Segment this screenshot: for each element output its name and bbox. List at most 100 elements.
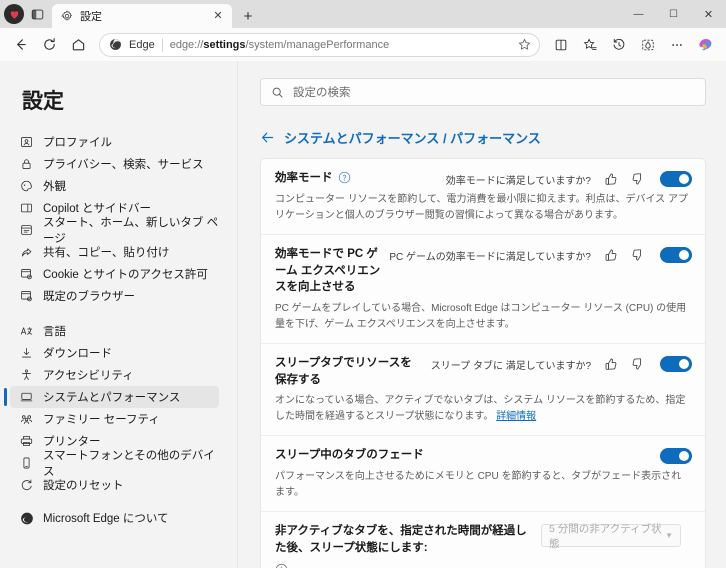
tab-actions-icon bbox=[31, 9, 43, 19]
sidebar-item-family-safety[interactable]: ファミリー セーフティ bbox=[10, 408, 219, 430]
feedback-controls: PC ゲームの効率モードに満足していますか? bbox=[389, 247, 692, 263]
history-icon bbox=[613, 38, 625, 50]
sidebar-item-share-copy-paste[interactable]: 共有、コピー、貼り付け bbox=[10, 241, 219, 263]
split-screen-button[interactable] bbox=[547, 32, 575, 58]
setting-title: スリープタブでリソースを保存する bbox=[275, 357, 412, 386]
help-icon[interactable] bbox=[338, 171, 351, 184]
url-suffix: /system/managePerformance bbox=[245, 38, 390, 51]
sidebar-item-phone-devices[interactable]: スマートフォンとその他のデバイス bbox=[10, 450, 219, 478]
thumbs-down-icon[interactable] bbox=[631, 248, 645, 262]
toggle-sleeping-tabs[interactable] bbox=[660, 356, 692, 373]
copilot-button[interactable] bbox=[692, 32, 720, 58]
sidebar-item-appearance[interactable]: 外観 bbox=[10, 175, 219, 197]
sidebar-item-about-edge[interactable]: Microsoft Edge について bbox=[10, 507, 219, 529]
feedback-controls bbox=[658, 448, 692, 465]
sidebar-item-system-performance[interactable]: システムとパフォーマンス bbox=[4, 386, 219, 408]
edge-icon bbox=[19, 511, 34, 526]
more-options-button[interactable] bbox=[663, 32, 691, 58]
learn-more-link[interactable]: 詳細情報 bbox=[496, 411, 536, 422]
setting-title: 効率モードで PC ゲーム エクスペリエンスを向上させる bbox=[275, 248, 381, 294]
history-button[interactable] bbox=[605, 32, 633, 58]
browser-essentials-button[interactable] bbox=[634, 32, 662, 58]
back-button[interactable] bbox=[6, 32, 34, 58]
setting-title: 効率モード bbox=[275, 172, 333, 184]
sidebar-item-reset-settings[interactable]: 設定のリセット bbox=[10, 474, 219, 496]
thumbs-down-icon[interactable] bbox=[631, 172, 645, 186]
sidebar-item-label: ダウンロード bbox=[43, 348, 112, 360]
sidebar-item-languages[interactable]: 言語 bbox=[10, 320, 219, 342]
gear-icon bbox=[61, 10, 73, 21]
breadcrumb[interactable]: システムとパフォーマンス / パフォーマンス bbox=[260, 128, 706, 147]
collections-button[interactable] bbox=[576, 32, 604, 58]
back-arrow-icon[interactable] bbox=[260, 130, 275, 145]
settings-main-panel: 設定の検索 システムとパフォーマンス / パフォーマンス 効率モード 効率モード… bbox=[238, 61, 726, 568]
sidebar-item-downloads[interactable]: ダウンロード bbox=[10, 342, 219, 364]
toggle-efficiency-mode[interactable] bbox=[660, 171, 692, 187]
setting-row-pc-gaming-experience: 効率モードで PC ゲーム エクスペリエンスを向上させる PC ゲームの効率モー… bbox=[261, 235, 705, 345]
sidebar-nav-group-3: Microsoft Edge について bbox=[0, 507, 237, 529]
address-bar[interactable]: Edge edge://settings/system/managePerfor… bbox=[99, 32, 540, 57]
toggle-pc-gaming-experience[interactable] bbox=[660, 247, 692, 263]
title-wrap: スリープ中のタブのフェード bbox=[275, 447, 650, 464]
row-header: スリープ中のタブのフェード bbox=[275, 447, 692, 465]
title-bar: 設定 ✕ + — ☐ ✕ bbox=[0, 0, 726, 28]
info-icon[interactable] bbox=[275, 563, 288, 568]
search-icon bbox=[272, 87, 283, 98]
thumbs-down-icon[interactable] bbox=[631, 357, 645, 371]
search-input[interactable]: 設定の検索 bbox=[260, 78, 706, 106]
default-browser-icon bbox=[19, 289, 34, 304]
home-button[interactable] bbox=[64, 32, 92, 58]
refresh-button[interactable] bbox=[35, 32, 63, 58]
omnibox-url: edge://settings/system/managePerformance bbox=[170, 39, 506, 51]
title-wrap: 効率モードで PC ゲーム エクスペリエンスを向上させる bbox=[275, 246, 381, 296]
feedback-controls: 効率モードに満足していますか? bbox=[446, 171, 692, 187]
sidebar-item-label: 共有、コピー、貼り付け bbox=[43, 247, 170, 259]
tab-actions-button[interactable] bbox=[26, 3, 48, 25]
tab-close-button[interactable]: ✕ bbox=[210, 8, 226, 24]
timeout-dropdown-wrap: 5 分間の非アクティブ状態 ▼ bbox=[541, 523, 681, 550]
sidebar-item-label: 言語 bbox=[43, 326, 66, 338]
title-wrap: スリープタブでリソースを保存する bbox=[275, 355, 423, 388]
minimize-button[interactable]: — bbox=[621, 0, 656, 28]
share-icon bbox=[19, 245, 34, 260]
thumbs-up-icon[interactable] bbox=[604, 357, 618, 371]
omnibox-divider bbox=[161, 37, 163, 52]
feedback-prompt: 効率モードに満足していますか? bbox=[445, 175, 591, 187]
page-title: 設定 bbox=[22, 90, 64, 113]
reset-icon bbox=[19, 478, 34, 493]
sidebar-item-privacy[interactable]: プライバシー、検索、サービス bbox=[10, 153, 219, 175]
profile-avatar[interactable] bbox=[4, 4, 24, 24]
split-screen-icon bbox=[555, 39, 567, 50]
refresh-icon bbox=[43, 38, 55, 50]
sidebar-item-accessibility[interactable]: アクセシビリティ bbox=[10, 364, 219, 386]
sidebar-item-default-browser[interactable]: 既定のブラウザー bbox=[10, 285, 219, 307]
lock-icon bbox=[19, 157, 34, 172]
browser-tab[interactable]: 設定 ✕ bbox=[52, 4, 232, 28]
inactive-timeout-dropdown[interactable]: 5 分間の非アクティブ状態 ▼ bbox=[541, 523, 681, 550]
appearance-icon bbox=[19, 179, 34, 194]
download-icon bbox=[19, 346, 34, 361]
sidebar-item-profile[interactable]: プロファイル bbox=[10, 131, 219, 153]
setting-description: オンになっている場合、アクティブでないタブは、システム リソースを節約するため、… bbox=[275, 393, 692, 424]
sidebar-item-label: プロファイル bbox=[43, 137, 112, 149]
star-icon[interactable] bbox=[513, 34, 535, 56]
url-prefix: edge:// bbox=[169, 38, 204, 51]
window-close-button[interactable]: ✕ bbox=[691, 0, 726, 28]
thumbs-up-icon[interactable] bbox=[604, 172, 618, 186]
sidebar-item-start-home-newtab[interactable]: スタート、ホーム、新しいタブ ページ bbox=[10, 217, 219, 245]
row-header: スリープタブでリソースを保存する スリープ タブに 満足していますか? bbox=[275, 355, 692, 388]
maximize-button[interactable]: ☐ bbox=[656, 0, 691, 28]
toggle-fade-sleeping-tabs[interactable] bbox=[660, 448, 692, 465]
breadcrumb-text[interactable]: システムとパフォーマンス / パフォーマンス bbox=[284, 128, 541, 147]
setting-row-fade-sleeping-tabs: スリープ中のタブのフェード パフォーマンスを向上させるためにメモリと CPU を… bbox=[261, 436, 705, 513]
sidebar-item-label: プライバシー、検索、サービス bbox=[43, 159, 204, 171]
new-tab-button[interactable]: + bbox=[236, 4, 260, 28]
sidebar-item-label: 既定のブラウザー bbox=[43, 291, 135, 303]
sidebar-item-cookies[interactable]: Cookie とサイトのアクセス許可 bbox=[10, 263, 219, 285]
chevron-down-icon: ▼ bbox=[665, 531, 673, 541]
sidebar-divider-1 bbox=[0, 307, 237, 320]
row-header: 効率モードで PC ゲーム エクスペリエンスを向上させる PC ゲームの効率モー… bbox=[275, 246, 692, 296]
thumbs-up-icon[interactable] bbox=[604, 248, 618, 262]
sidebar-item-label: ファミリー セーフティ bbox=[43, 414, 160, 426]
sidebar-divider-2 bbox=[0, 496, 237, 507]
